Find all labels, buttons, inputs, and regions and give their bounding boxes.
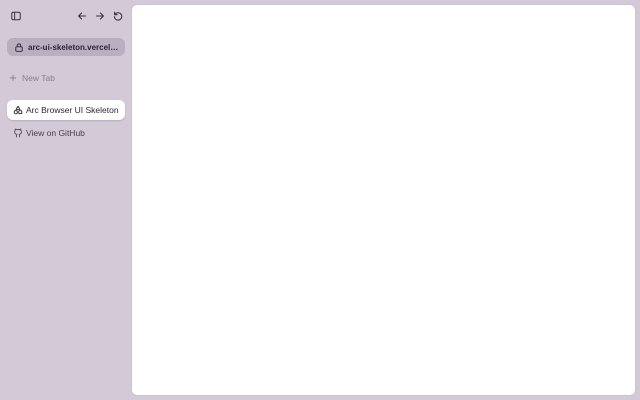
browser-window: arc-ui-skeleton.vercel.a... New Tab Arc …	[0, 0, 640, 400]
new-tab-button[interactable]: New Tab	[8, 71, 55, 85]
tab-label: View on GitHub	[26, 128, 85, 138]
plus-icon	[8, 73, 18, 83]
shapes-icon	[13, 105, 23, 115]
url-text: arc-ui-skeleton.vercel.a...	[28, 42, 120, 52]
web-content-area[interactable]	[132, 5, 635, 395]
sidebar-toggle-button[interactable]	[8, 8, 24, 24]
arrow-left-icon	[78, 12, 87, 20]
arrow-right-icon	[95, 12, 104, 20]
url-bar[interactable]: arc-ui-skeleton.vercel.a...	[7, 38, 125, 56]
new-tab-label: New Tab	[22, 73, 55, 83]
tab-arc-browser-ui-skeleton[interactable]: Arc Browser UI Skeleton	[7, 100, 125, 120]
github-icon	[13, 128, 23, 138]
reload-icon	[113, 11, 123, 21]
sidebar-toolbar	[6, 8, 128, 24]
lock-icon	[14, 42, 24, 52]
sidebar-toggle-icon	[11, 11, 21, 21]
tab-label: Arc Browser UI Skeleton	[26, 105, 119, 115]
sidebar: arc-ui-skeleton.vercel.a... New Tab Arc …	[0, 0, 132, 400]
reload-button[interactable]	[110, 8, 126, 24]
tab-view-on-github[interactable]: View on GitHub	[7, 123, 125, 143]
forward-button[interactable]	[92, 8, 108, 24]
back-button[interactable]	[74, 8, 90, 24]
